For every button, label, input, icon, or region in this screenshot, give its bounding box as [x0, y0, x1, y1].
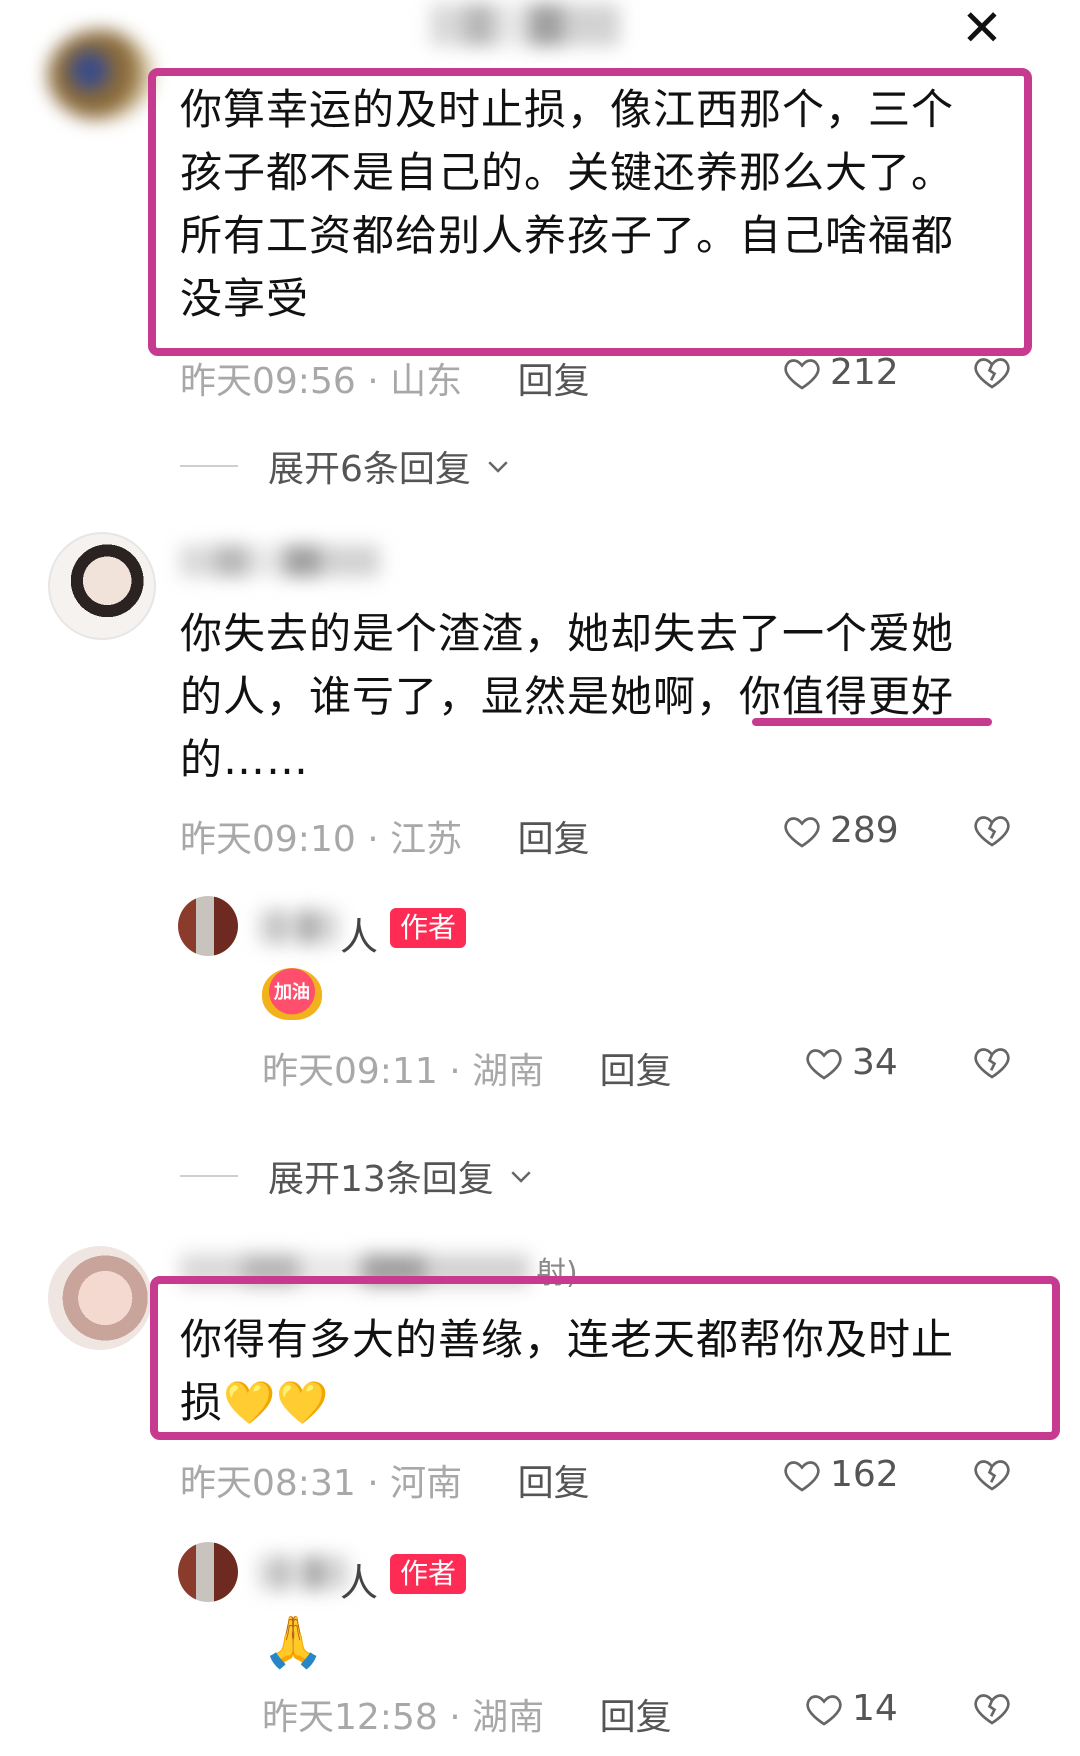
broken-heart-icon[interactable]	[972, 1454, 1012, 1494]
heart-icon	[806, 1048, 842, 1080]
comment-text: 你得有多大的善缘，连老天都帮你及时止损💛💛	[180, 1315, 955, 1427]
like-count: 162	[830, 1454, 899, 1495]
comment-region: 江苏	[390, 819, 463, 860]
comment-text: 你算幸运的及时止损，像江西那个，三个孩子都不是自己的。关键还养那么大了。所有工资…	[180, 85, 955, 323]
reply-time: 昨天12:58	[262, 1697, 438, 1738]
comment-text: 你失去的是个渣渣，她却失去了一个爱她的人，谁亏了，显然是她啊，你值得更好的……	[180, 609, 955, 784]
broken-heart-icon[interactable]	[972, 1042, 1012, 1082]
like-button[interactable]: 14	[804, 1688, 898, 1729]
reply-button[interactable]: 回复	[600, 1697, 672, 1738]
broken-heart-icon[interactable]	[972, 1688, 1012, 1728]
avatar[interactable]	[48, 1246, 152, 1350]
avatar[interactable]	[48, 30, 152, 120]
broken-heart-icon[interactable]	[972, 352, 1012, 392]
obscured-title	[430, 4, 620, 46]
reply-button[interactable]: 回复	[600, 1051, 672, 1092]
sticker-text: 加油	[274, 982, 310, 1003]
like-count: 34	[852, 1042, 898, 1083]
avatar[interactable]	[48, 532, 156, 640]
reply-author-name: 人	[340, 1561, 379, 1605]
expand-label: 展开6条回复	[268, 449, 471, 490]
author-badge: 作者	[390, 908, 467, 948]
comment-time: 昨天08:31	[180, 1463, 356, 1504]
reply-avatar[interactable]	[178, 1542, 238, 1602]
reply-meta: 昨天09:11 · 湖南 回复	[262, 1051, 672, 1092]
obscured-username	[258, 1556, 348, 1590]
like-button[interactable]: 212	[782, 352, 899, 393]
comment-time: 昨天09:56	[180, 361, 356, 402]
heart-icon	[784, 816, 820, 848]
comment-meta: 昨天09:56 · 山东 回复	[180, 361, 590, 402]
author-badge: 作者	[390, 1554, 467, 1594]
heart-icon	[806, 1694, 842, 1726]
expand-replies[interactable]: 展开6条回复	[180, 440, 513, 492]
like-button[interactable]: 289	[782, 810, 899, 851]
reply-meta: 昨天12:58 · 湖南 回复	[262, 1697, 672, 1738]
comment-meta: 昨天09:10 · 江苏 回复	[180, 819, 590, 860]
reply-region: 湖南	[472, 1697, 545, 1738]
expand-label: 展开13条回复	[268, 1159, 494, 1200]
comment-region: 河南	[390, 1463, 463, 1504]
chevron-down-icon	[511, 1171, 531, 1183]
chevron-down-icon	[488, 461, 508, 473]
comment-time: 昨天09:10	[180, 819, 356, 860]
like-button[interactable]: 34	[804, 1042, 898, 1083]
close-icon[interactable]: ✕	[954, 0, 1010, 56]
comment-region: 山东	[390, 361, 463, 402]
heart-icon	[784, 1460, 820, 1492]
reply-avatar[interactable]	[178, 896, 238, 956]
obscured-username	[258, 910, 338, 944]
expand-replies[interactable]: 展开13条回复	[180, 1150, 536, 1202]
obscured-username	[180, 545, 380, 577]
reply-button[interactable]: 回复	[518, 819, 590, 860]
pray-emoji: 🙏	[262, 1613, 325, 1671]
like-count: 14	[852, 1688, 898, 1729]
reply-region: 湖南	[472, 1051, 545, 1092]
underline-mark	[752, 718, 992, 726]
like-count: 212	[830, 352, 899, 393]
like-button[interactable]: 162	[782, 1454, 899, 1495]
reply-author-name: 人	[340, 915, 379, 959]
reply-button[interactable]: 回复	[518, 1463, 590, 1504]
cheer-sticker: 加油	[262, 968, 322, 1020]
broken-heart-icon[interactable]	[972, 810, 1012, 850]
reply-time: 昨天09:11	[262, 1051, 438, 1092]
comment-meta: 昨天08:31 · 河南 回复	[180, 1463, 590, 1504]
reply-button[interactable]: 回复	[518, 361, 590, 402]
heart-icon	[784, 358, 820, 390]
like-count: 289	[830, 810, 899, 851]
